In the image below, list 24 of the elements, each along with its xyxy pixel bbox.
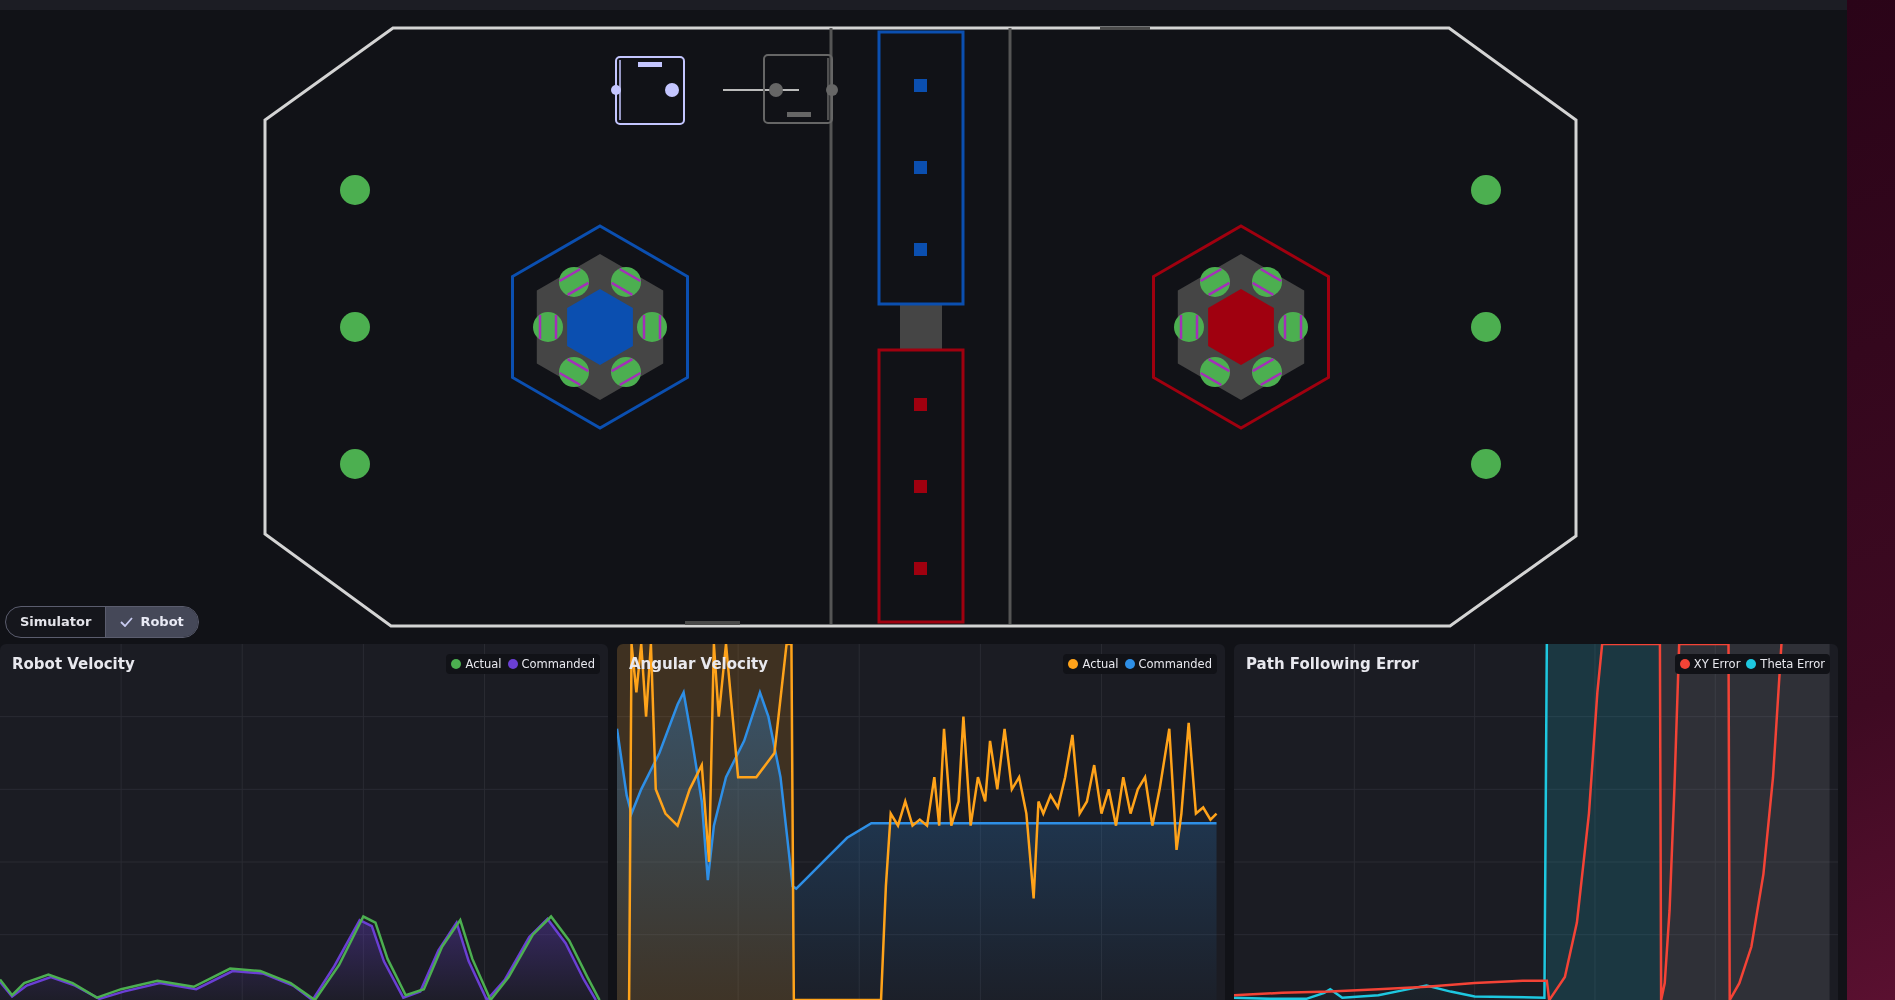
ball-marker xyxy=(340,448,370,479)
ball-marker xyxy=(1471,448,1501,479)
legend-label: Actual xyxy=(1082,656,1119,671)
mode-option[interactable]: Simulator xyxy=(6,606,106,637)
legend-label: Theta Error xyxy=(1760,656,1825,671)
square-marker xyxy=(914,479,927,493)
legend-label: XY Error xyxy=(1693,656,1741,671)
square-marker xyxy=(914,160,927,174)
chart-title: Robot Velocity xyxy=(12,654,135,673)
chart-title: Path Following Error xyxy=(1246,654,1419,673)
square-marker xyxy=(914,78,927,92)
legend-label: Commanded xyxy=(1138,656,1212,671)
mode-option[interactable]: Robot xyxy=(105,606,198,637)
zone-connector xyxy=(900,304,942,349)
ball-marker xyxy=(340,174,370,205)
check-icon xyxy=(120,616,134,627)
square-marker xyxy=(914,561,927,575)
square-marker xyxy=(914,242,927,256)
legend-label: Actual xyxy=(465,656,502,671)
legend-label: Commanded xyxy=(521,656,595,671)
ball-marker xyxy=(1471,311,1501,342)
square-marker xyxy=(914,397,927,411)
ball-marker xyxy=(340,311,370,342)
ball-marker xyxy=(1471,174,1501,205)
